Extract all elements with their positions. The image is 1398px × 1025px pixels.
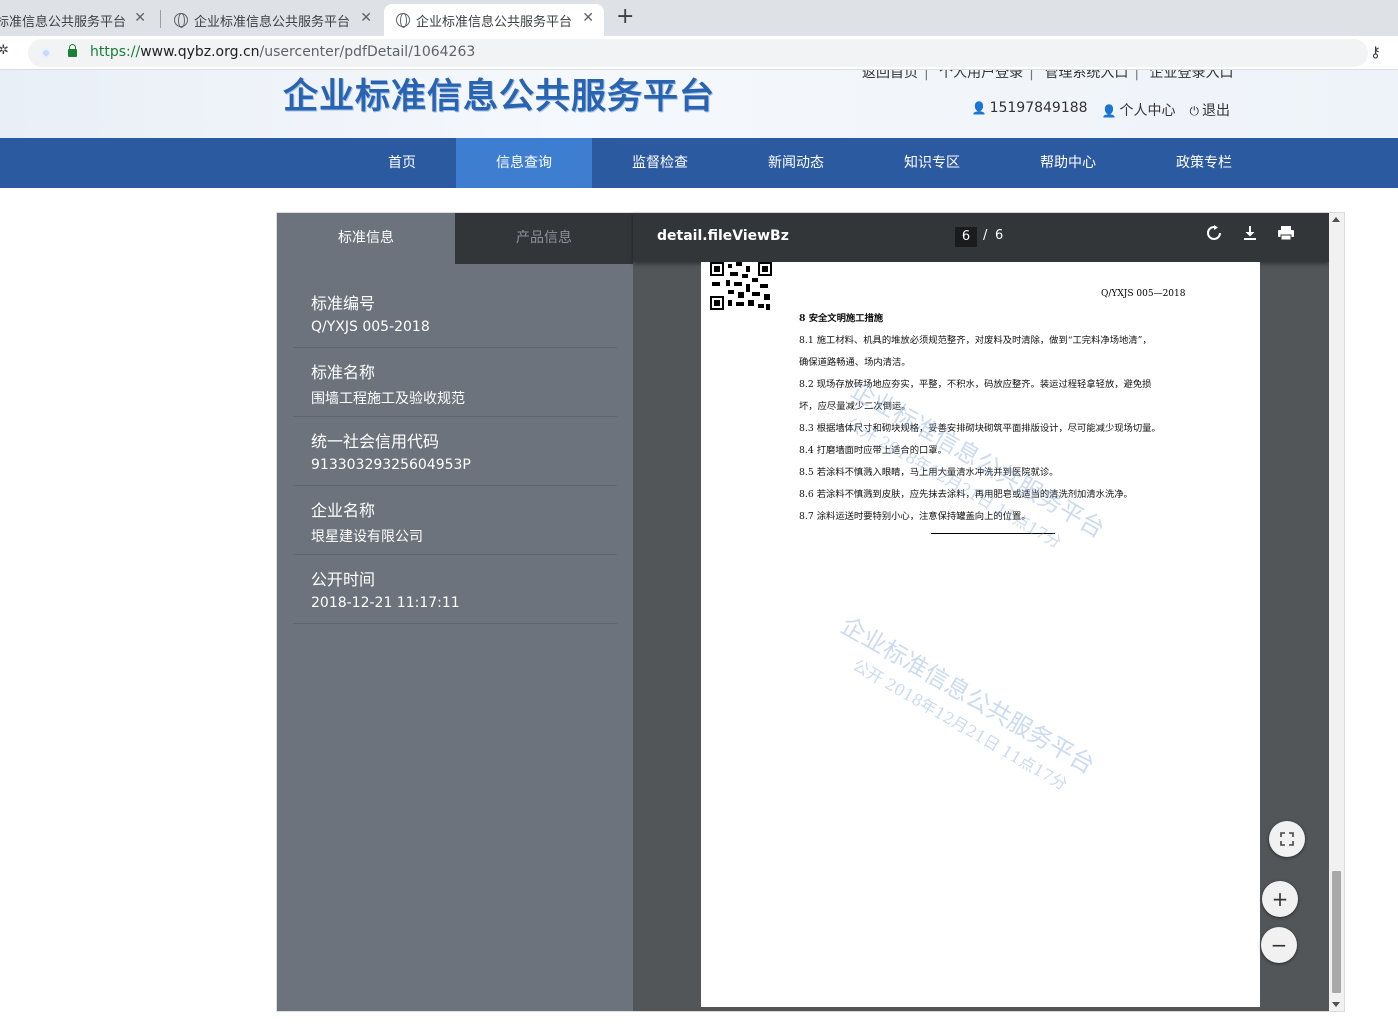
nav-help[interactable]: 帮助中心 xyxy=(1028,138,1108,188)
info-item-company-name: 企业名称 垠星建设有限公司 xyxy=(293,486,617,555)
link-home[interactable]: 返回首页 xyxy=(862,70,918,81)
close-icon[interactable]: ✕ xyxy=(360,10,372,26)
page-number-input[interactable]: 6 xyxy=(955,227,977,247)
translate-icon[interactable]: ✲ xyxy=(0,43,9,58)
power-icon: ⏻ xyxy=(1189,104,1200,118)
doc-line: 确保道路畅通、场内清洁。 xyxy=(799,357,911,368)
site-logo[interactable]: 企业标准信息公共服务平台 xyxy=(283,70,715,119)
pdf-toolbar: detail.fileViewBz 6 / 6 xyxy=(633,213,1329,262)
rotate-icon-svg xyxy=(1207,225,1221,240)
fit-to-page-button[interactable] xyxy=(1269,821,1305,857)
divider: | xyxy=(924,70,929,81)
viewer-scrollbar[interactable] xyxy=(1329,213,1344,1011)
lock-icon[interactable] xyxy=(68,44,77,57)
nav-policy[interactable]: 政策专栏 xyxy=(1164,138,1244,188)
info-label: 标准编号 xyxy=(311,294,376,313)
page-separator: / xyxy=(983,228,988,243)
logout-link[interactable]: ⏻ 退出 xyxy=(1190,100,1231,120)
info-label: 企业名称 xyxy=(311,501,376,520)
fullscreen-icon xyxy=(1280,832,1294,846)
browser-address-bar: ✲ https://www.qybz.org.cn/usercenter/pdf… xyxy=(0,36,1398,70)
pdf-viewer: detail.fileViewBz 6 / 6 Q/YXJS 005—2018 … xyxy=(633,213,1329,1011)
new-tab-plus-icon[interactable]: + xyxy=(616,6,634,28)
info-value: 垠星建设有限公司 xyxy=(311,529,423,545)
tab-title: 企业标准信息公共服务平台 xyxy=(194,14,351,30)
tab-title: 企业标准信息公共服务平台 xyxy=(416,14,573,30)
nav-news[interactable]: 新闻动态 xyxy=(756,138,836,188)
info-label: 统一社会信用代码 xyxy=(311,432,440,451)
url-scheme: https:// xyxy=(90,44,141,60)
user-phone: 15197849188 xyxy=(989,100,1088,116)
globe-icon xyxy=(174,13,188,28)
print-icon-svg xyxy=(1278,226,1294,241)
globe-icon xyxy=(396,13,410,28)
watermark-title: 企业标准信息公共服务平台 xyxy=(836,611,1100,780)
close-icon[interactable]: ✕ xyxy=(134,10,146,26)
info-list: 标准编号 Q/YXJS 005-2018 标准名称 围墙工程施工及验收规范 统一… xyxy=(293,279,617,624)
tab-standard-info[interactable]: 标准信息 xyxy=(277,213,455,264)
url-text[interactable]: https://www.qybz.org.cn/usercenter/pdfDe… xyxy=(90,44,475,60)
pdf-title: detail.fileViewBz xyxy=(657,228,789,244)
omnibox[interactable]: https://www.qybz.org.cn/usercenter/pdfDe… xyxy=(28,39,1368,67)
close-icon[interactable]: ✕ xyxy=(582,10,594,26)
pdf-page: Q/YXJS 005—2018 8 安全文明施工措施 8.1 施工材料、机具的堆… xyxy=(701,262,1260,1007)
doc-section-heading: 8 安全文明施工措施 xyxy=(799,313,884,324)
qr-code-icon xyxy=(710,262,772,310)
doc-line: 8.1 施工材料、机具的堆放必须规范整齐，对废料及时清除，做到“工完料净场地清”… xyxy=(799,335,1152,346)
info-value: 2018-12-21 11:17:11 xyxy=(311,595,460,611)
info-sidebar: 标准信息 产品信息 标准编号 Q/YXJS 005-2018 标准名称 围墙工程… xyxy=(277,213,633,1011)
tab-product-info[interactable]: 产品信息 xyxy=(455,213,633,264)
user-center-label: 个人中心 xyxy=(1119,103,1176,119)
site-header: 企业标准信息公共服务平台 返回首页 | 个人用户登录 | 管理系统入口 | 企业登录入… xyxy=(0,70,1398,138)
nav-knowledge[interactable]: 知识专区 xyxy=(892,138,972,188)
link-admin-entry[interactable]: 管理系统入口 xyxy=(1044,70,1128,81)
page-total: 6 xyxy=(995,228,1004,243)
site-info-icon[interactable] xyxy=(41,48,51,58)
browser-tabstrip: 标准信息公共服务平台 ✕ 企业标准信息公共服务平台 ✕ 企业标准信息公共服务平台… xyxy=(0,0,1398,36)
key-icon[interactable]: ⚷ xyxy=(1370,43,1381,61)
zoom-out-button[interactable]: − xyxy=(1261,927,1297,963)
link-enterprise-login[interactable]: 企业登录入口 xyxy=(1150,70,1234,81)
nav-supervision[interactable]: 监督检查 xyxy=(620,138,700,188)
info-value: 91330329325604953P xyxy=(311,457,471,473)
tab-separator xyxy=(160,10,161,28)
url-path: /usercenter/pdfDetail/1064263 xyxy=(259,44,476,60)
info-item-credit-code: 统一社会信用代码 91330329325604953P xyxy=(293,417,617,486)
user-center-link[interactable]: 👤 个人中心 xyxy=(1102,100,1176,120)
user-bar: 👤 15197849188 👤 个人中心 ⏻ 退出 xyxy=(972,100,1230,120)
link-personal-login[interactable]: 个人用户登录 xyxy=(939,70,1023,81)
tab-title: 标准信息公共服务平台 xyxy=(0,14,127,30)
browser-tab-2[interactable]: 企业标准信息公共服务平台 ✕ xyxy=(162,4,382,36)
browser-tab-3-active[interactable]: 企业标准信息公共服务平台 ✕ xyxy=(384,4,604,36)
print-icon[interactable] xyxy=(1275,225,1297,247)
info-item-publish-time: 公开时间 2018-12-21 11:17:11 xyxy=(293,555,617,624)
nav-info-query[interactable]: 信息查询 xyxy=(456,138,592,188)
zoom-in-button[interactable]: + xyxy=(1262,881,1298,917)
main-nav: 首页 信息查询 监督检查 新闻动态 知识专区 帮助中心 政策专栏 xyxy=(0,138,1398,188)
info-value: 围墙工程施工及验收规范 xyxy=(311,391,465,407)
top-links: 返回首页 | 个人用户登录 | 管理系统入口 | 企业登录入口 xyxy=(862,70,1240,82)
info-value: Q/YXJS 005-2018 xyxy=(311,319,430,335)
divider: | xyxy=(1029,70,1034,81)
user-icon: 👤 xyxy=(971,101,987,115)
divider: | xyxy=(1134,70,1140,81)
browser-tab-1[interactable]: 标准信息公共服务平台 ✕ xyxy=(0,4,156,36)
scrollbar-thumb[interactable] xyxy=(1332,871,1341,993)
download-icon[interactable] xyxy=(1239,225,1261,247)
info-label: 标准名称 xyxy=(311,363,376,382)
nav-home[interactable]: 首页 xyxy=(372,138,432,188)
scroll-down-arrow-icon[interactable] xyxy=(1332,1002,1340,1007)
rotate-icon[interactable] xyxy=(1203,225,1225,247)
standard-detail-panel: 标准信息 产品信息 标准编号 Q/YXJS 005-2018 标准名称 围墙工程… xyxy=(276,212,1345,1012)
info-label: 公开时间 xyxy=(311,570,376,589)
download-icon-svg xyxy=(1244,226,1256,240)
info-item-standard-name: 标准名称 围墙工程施工及验收规范 xyxy=(293,348,617,417)
user-phone-link[interactable]: 👤 15197849188 xyxy=(972,100,1088,120)
user-icon: 👤 xyxy=(1101,104,1117,118)
document-code: Q/YXJS 005—2018 xyxy=(1101,289,1186,299)
scroll-up-arrow-icon[interactable] xyxy=(1332,217,1340,222)
logout-label: 退出 xyxy=(1202,103,1230,119)
info-item-standard-number: 标准编号 Q/YXJS 005-2018 xyxy=(293,279,617,348)
url-host: www.qybz.org.cn xyxy=(140,44,260,60)
